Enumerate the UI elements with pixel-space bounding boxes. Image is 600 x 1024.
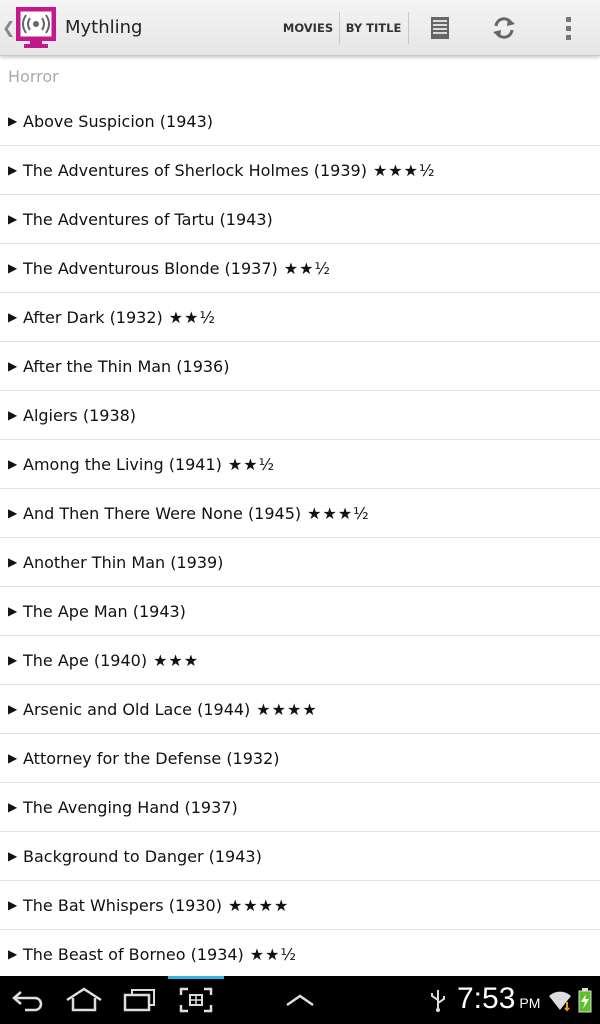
- movie-title: The Ape Man (1943): [23, 601, 186, 621]
- overflow-menu-button[interactable]: [548, 0, 588, 56]
- list-item[interactable]: ▶ Attorney for the Defense (1932): [0, 734, 600, 783]
- screenshot-icon: [179, 987, 213, 1013]
- expand-arrow-icon: ▶: [8, 114, 18, 128]
- expand-arrow-icon: ▶: [8, 849, 18, 863]
- movie-title: Above Suspicion (1943): [23, 111, 213, 131]
- list-view-button[interactable]: [412, 0, 468, 56]
- app-title: Mythling: [65, 17, 143, 38]
- expand-arrow-icon: ▶: [8, 212, 18, 226]
- star-rating: ★★½: [283, 258, 331, 278]
- clock-time: 7:53: [457, 982, 516, 1015]
- home-icon: [66, 987, 102, 1012]
- list-item[interactable]: ▶ Algiers (1938): [0, 391, 600, 440]
- refresh-button[interactable]: [476, 0, 532, 56]
- expand-arrow-icon: ▶: [8, 408, 18, 422]
- chevron-up-icon: [286, 994, 314, 1007]
- list-icon: [431, 17, 449, 39]
- action-bar: ❮ Mythling MOVIES BY TITLE: [0, 0, 600, 56]
- list-item[interactable]: ▶ The Adventurous Blonde (1937) ★★½: [0, 244, 600, 293]
- list-item[interactable]: ▶ Arsenic and Old Lace (1944) ★★★★: [0, 685, 600, 734]
- movie-title: Among the Living (1941): [23, 454, 222, 474]
- movie-title: The Adventurous Blonde (1937): [23, 258, 278, 278]
- list-item[interactable]: ▶ The Adventures of Tartu (1943): [0, 195, 600, 244]
- section-header: Horror: [8, 67, 59, 86]
- star-rating: ★★½: [168, 307, 216, 327]
- expand-arrow-icon: ▶: [8, 898, 18, 912]
- overflow-menu-icon: [566, 17, 571, 40]
- movie-title: Attorney for the Defense (1932): [23, 748, 280, 768]
- list-item[interactable]: ▶ The Adventures of Sherlock Holmes (1939…: [0, 146, 600, 195]
- expand-arrow-icon: ▶: [8, 702, 18, 716]
- list-item[interactable]: ▶ The Ape Man (1943): [0, 587, 600, 636]
- list-item[interactable]: ▶ And Then There Were None (1945) ★★★½: [0, 489, 600, 538]
- recent-apps-icon: [123, 989, 155, 1012]
- clock: 7:53 PM: [457, 982, 540, 1016]
- list-item[interactable]: ▶ Among the Living (1941) ★★½: [0, 440, 600, 489]
- list-item[interactable]: ▶ The Ape (1940) ★★★: [0, 636, 600, 685]
- movies-button[interactable]: MOVIES: [278, 0, 338, 56]
- expand-arrow-icon: ▶: [8, 604, 18, 618]
- list-item[interactable]: ▶ Above Suspicion (1943): [0, 97, 600, 146]
- expand-arrow-icon: ▶: [8, 800, 18, 814]
- expand-arrow-icon: ▶: [8, 261, 18, 275]
- star-rating: ★★★: [153, 650, 200, 670]
- menu-up-button[interactable]: [272, 976, 328, 1024]
- expand-arrow-icon: ▶: [8, 457, 18, 471]
- movie-title: The Bat Whispers (1930): [23, 895, 222, 915]
- movie-title: Algiers (1938): [23, 405, 137, 425]
- star-rating: ★★★½: [307, 503, 370, 523]
- movie-title: The Adventures of Tartu (1943): [23, 209, 273, 229]
- movie-title: After Dark (1932): [23, 307, 163, 327]
- sort-by-title-button[interactable]: BY TITLE: [340, 0, 407, 56]
- back-icon: [12, 991, 43, 1012]
- refresh-icon: [493, 17, 515, 39]
- expand-arrow-icon: ▶: [8, 555, 18, 569]
- movie-title: Background to Danger (1943): [23, 846, 262, 866]
- usb-icon: [424, 976, 452, 1024]
- clock-ampm: PM: [519, 995, 541, 1011]
- home-button[interactable]: [56, 976, 112, 1024]
- expand-arrow-icon: ▶: [8, 163, 18, 177]
- system-nav-bar: 7:53 PM: [0, 976, 600, 1024]
- movie-title: Arsenic and Old Lace (1944): [23, 699, 251, 719]
- divider: [408, 12, 409, 44]
- star-rating: ★★★★: [227, 895, 290, 915]
- expand-arrow-icon: ▶: [8, 506, 18, 520]
- expand-arrow-icon: ▶: [8, 947, 18, 961]
- list-item[interactable]: ▶ Another Thin Man (1939): [0, 538, 600, 587]
- app-logo-icon[interactable]: [14, 6, 60, 50]
- back-button[interactable]: [0, 976, 56, 1024]
- star-rating: ★★½: [227, 454, 276, 474]
- recent-apps-button[interactable]: [112, 976, 168, 1024]
- list-item[interactable]: ▶ The Avenging Hand (1937): [0, 783, 600, 832]
- movie-title: And Then There Were None (1945): [23, 503, 302, 523]
- list-item[interactable]: ▶ The Beast of Borneo (1934) ★★½: [0, 930, 600, 977]
- wifi-icon: [546, 976, 574, 1024]
- battery-charging-icon: [574, 976, 596, 1024]
- expand-arrow-icon: ▶: [8, 310, 18, 324]
- movie-list[interactable]: Horror ▶ Above Suspicion (1943) ▶ The Adven…: [0, 57, 600, 977]
- expand-arrow-icon: ▶: [8, 359, 18, 373]
- list-item[interactable]: ▶ After the Thin Man (1936): [0, 342, 600, 391]
- expand-arrow-icon: ▶: [8, 751, 18, 765]
- list-item[interactable]: ▶ Background to Danger (1943): [0, 832, 600, 881]
- star-rating: ★★★★: [256, 699, 318, 719]
- expand-arrow-icon: ▶: [8, 653, 18, 667]
- list-item[interactable]: ▶ The Bat Whispers (1930) ★★★★: [0, 881, 600, 930]
- movie-title: The Beast of Borneo (1934): [23, 944, 244, 964]
- star-rating: ★★★½: [372, 160, 436, 180]
- list-item[interactable]: ▶ After Dark (1932) ★★½: [0, 293, 600, 342]
- movie-title: The Ape (1940): [23, 650, 148, 670]
- movie-title: The Adventures of Sherlock Holmes (1939): [23, 160, 367, 180]
- movie-title: Another Thin Man (1939): [23, 552, 224, 572]
- movie-title: The Avenging Hand (1937): [23, 797, 238, 817]
- star-rating: ★★½: [249, 944, 297, 964]
- screenshot-button[interactable]: [168, 976, 224, 1024]
- movie-title: After the Thin Man (1936): [23, 356, 230, 376]
